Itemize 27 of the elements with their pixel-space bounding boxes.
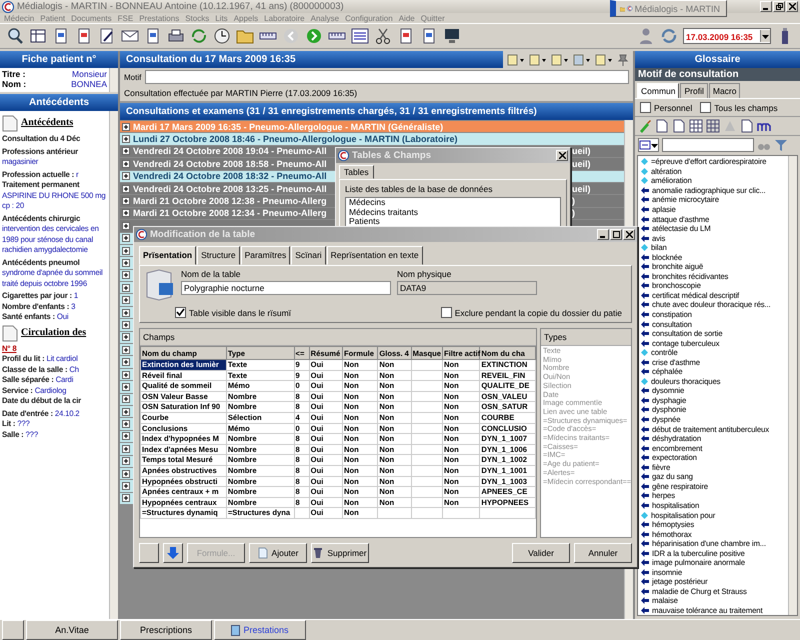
- consultation-title: Consultation du 17 Mars 2009 16:35: [126, 54, 296, 65]
- checkbox-label: Personnel: [654, 102, 692, 112]
- panel-header: Fiche patient n°: [0, 51, 118, 68]
- dialog-title: Modification de la table: [150, 229, 256, 240]
- list-header: Consultations et examens (31 / 31 enregistrements chargés, 31 / 31 enregistrements filtrés): [120, 103, 633, 120]
- panel-header: Antécédents: [0, 94, 118, 111]
- field-value: BONNEA: [71, 79, 107, 89]
- section-heading: Circulation des: [21, 328, 86, 338]
- section-heading: Antécédents: [21, 118, 74, 129]
- author-note: Consultation effectuée par MARTIN Pierre (17.03.2009 16:35): [123, 87, 358, 100]
- field-label: Nom physique: [397, 269, 452, 279]
- panel-header: Glossaire: [635, 51, 800, 68]
- checkbox-label: Table visible dans le rïsumï: [189, 308, 292, 318]
- section-header: Motif de consultation: [635, 68, 800, 81]
- field-label: Nom :: [2, 79, 26, 89]
- list-label: Liste des tables de la base de données: [345, 184, 494, 194]
- dialog-title: Tables & Champs: [352, 150, 432, 161]
- physical-name-field: DATA9: [397, 281, 537, 295]
- field-label: Titre :: [2, 69, 26, 79]
- motif-label: Motif: [124, 72, 142, 82]
- window-title: Médialogis - MARTIN - BONNEAU Antoine (10.12.1967, 41 ans) (800000003): [17, 1, 344, 12]
- checkbox-label: Exclure pendant la copie du dossier du patie: [454, 308, 622, 318]
- group-title: Types: [541, 329, 631, 346]
- field-label: Nom de la table: [181, 269, 242, 279]
- group-title: Champs: [140, 329, 536, 346]
- checkbox-label: Tous les champs: [714, 102, 778, 112]
- field-value: Monsieur: [72, 69, 107, 79]
